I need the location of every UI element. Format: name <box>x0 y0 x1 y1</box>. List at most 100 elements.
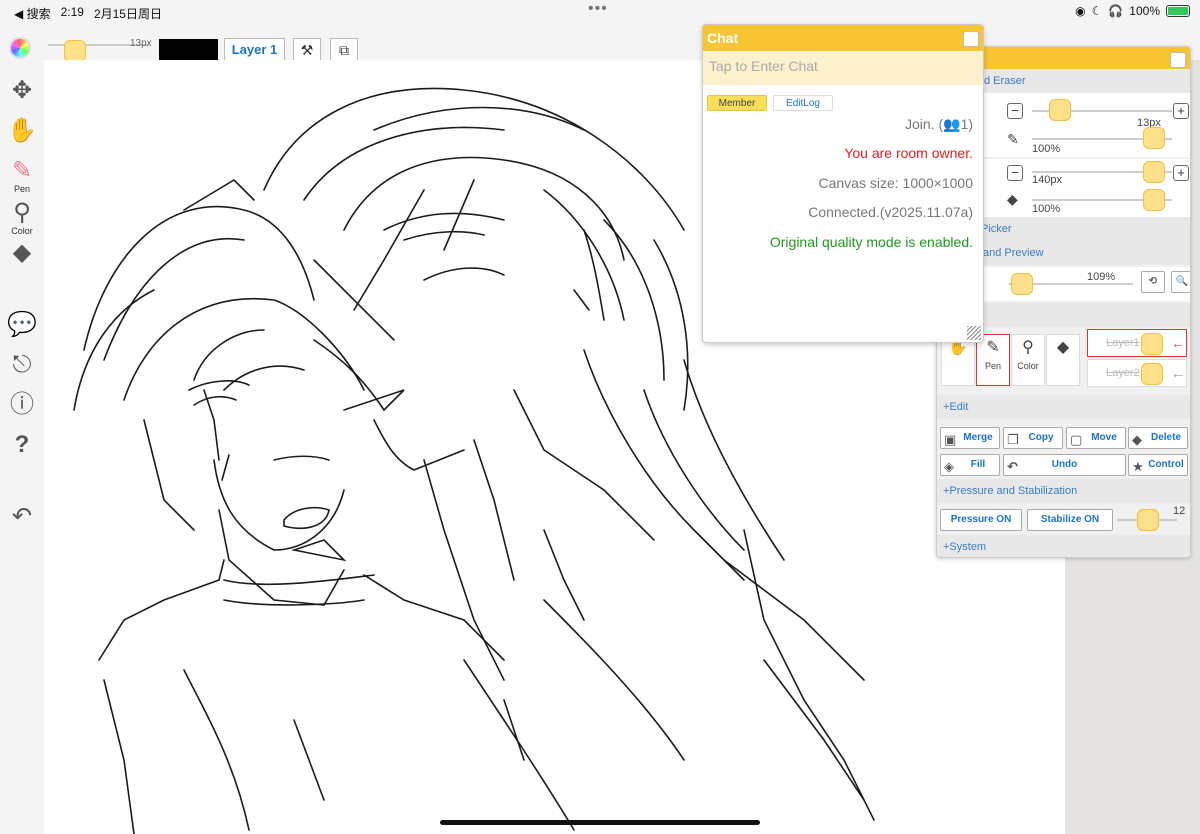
section-pressure[interactable]: +Pressure and Stabilization <box>937 479 1190 503</box>
pen-icon: ✎ <box>11 157 33 184</box>
rotate-reset-icon[interactable]: ⟲ <box>1141 271 1165 293</box>
layer-1-label: Layer1 <box>1106 337 1140 349</box>
pressure-row: Pressure ON Stabilize ON 12 <box>937 503 1190 535</box>
chat-window: Chat Tap to Enter Chat Member EditLog Jo… <box>702 24 984 343</box>
copy-button[interactable]: ❐ Copy <box>1003 427 1063 449</box>
eraser-icon: ◆ <box>12 239 32 266</box>
pen-tool-cell-label: Pen <box>984 361 1001 371</box>
magnifier-icon[interactable]: 🔍 <box>1171 271 1190 293</box>
merge-button[interactable]: ▣ Merge <box>940 427 1000 449</box>
color-tool-cell-label: Color <box>1017 361 1039 371</box>
tab-editlog[interactable]: EditLog <box>773 95 833 111</box>
layer-2-opacity-knob[interactable] <box>1141 363 1163 385</box>
color-tool-cell[interactable]: ⚲ Color <box>1011 334 1045 386</box>
pen-opacity-value: 100% <box>1032 143 1061 155</box>
eraser-icon: ◆ <box>1056 339 1070 356</box>
hand-tool[interactable]: ✋ <box>0 118 44 144</box>
chat-line-owner: You are room owner. <box>844 145 973 161</box>
battery-percent: 100% <box>1129 4 1160 18</box>
fill-button[interactable]: ◈ Fill <box>940 454 1000 476</box>
magic-wand-icon[interactable]: ⚒ <box>293 38 321 62</box>
chat-input[interactable]: Tap to Enter Chat <box>703 51 983 85</box>
eraser-size-minus-button[interactable]: − <box>1007 165 1023 181</box>
info-button[interactable]: ⓘ <box>0 392 44 418</box>
chat-close-button[interactable] <box>963 31 979 47</box>
pen-opacity-knob[interactable] <box>1143 127 1165 149</box>
help-button[interactable]: ? <box>0 432 44 458</box>
delete-eraser-icon: ◆ <box>1132 432 1142 447</box>
pen-size-plus-button[interactable]: + <box>1173 103 1189 119</box>
current-color-swatch[interactable] <box>159 39 218 61</box>
zoom-value: 109% <box>1087 271 1116 283</box>
section-system[interactable]: +System <box>937 535 1190 557</box>
chat-line-join: Join. (👥1) <box>904 116 973 132</box>
eraser-small-icon: ◆ <box>1007 191 1018 207</box>
stabilize-knob[interactable] <box>1137 509 1159 531</box>
chat-toggle[interactable]: 💬 <box>0 312 44 338</box>
move-tool[interactable]: ✥ <box>0 78 44 104</box>
eraser-size-value: 140px <box>1032 174 1062 186</box>
exit-door-icon: ⎋ <box>12 351 32 378</box>
zoom-knob[interactable] <box>1011 273 1033 295</box>
pen-tool-label: Pen <box>13 184 30 194</box>
color-wheel-icon[interactable] <box>9 37 31 59</box>
status-date: 2月15日周日 <box>93 7 162 21</box>
layer-1-opacity-knob[interactable] <box>1141 333 1163 355</box>
exit-room[interactable]: ⎋ <box>0 352 44 378</box>
undo-panel-button[interactable]: ↶ Undo <box>1003 454 1126 476</box>
delete-button[interactable]: ◆ Delete <box>1128 427 1188 449</box>
layer-button[interactable]: Layer 1 <box>224 38 285 62</box>
dropper-icon: ⚲ <box>13 199 31 226</box>
home-indicator[interactable] <box>440 820 760 825</box>
tab-member[interactable]: Member <box>707 95 767 111</box>
chat-line-canvas-size: Canvas size: 1000×1000 <box>818 175 974 191</box>
pen-small-icon: ✎ <box>1007 131 1019 147</box>
eraser-tool-cell[interactable]: ◆ <box>1046 334 1080 386</box>
color-tool-label: Color <box>11 226 33 236</box>
color-tool[interactable]: ⚲ Color <box>0 199 44 237</box>
edit-buttons-row: ▣ Merge ❐ Copy ▢ Move ◆ Delete ◈ Fill ↶ Undo ★… <box>937 421 1190 479</box>
pen-size-knob[interactable] <box>1049 99 1071 121</box>
undo-button[interactable]: ↶ <box>0 504 44 530</box>
dropper-icon: ⚲ <box>1022 339 1034 356</box>
eraser-opacity-value: 100% <box>1032 203 1061 215</box>
chat-title: Chat <box>707 30 739 46</box>
left-toolbar: ✥ ✋ ✎ Pen ⚲ Color ◆ 💬 ⎋ ⓘ ? ↶ <box>0 60 44 834</box>
chat-bubble-icon: 💬 <box>7 311 37 338</box>
chat-resize-handle[interactable] <box>967 326 981 340</box>
eraser-size-plus-button[interactable]: + <box>1173 165 1189 181</box>
status-bar: ◀ 搜索 2:19 2月15日周日 ••• ◉ ☾ 🎧 100% <box>0 0 1200 26</box>
eraser-opacity-knob[interactable] <box>1143 189 1165 211</box>
select-transform-icon[interactable]: ⧉ <box>330 38 358 62</box>
star-icon: ★ <box>1132 459 1144 474</box>
question-icon: ? <box>14 431 30 458</box>
pen-tool[interactable]: ✎ Pen <box>0 157 44 195</box>
section-edit[interactable]: +Edit <box>937 395 1190 419</box>
tool-panel-close-button[interactable] <box>1170 52 1186 68</box>
wifi-icon: ◉ <box>1075 4 1086 18</box>
pressure-on-button[interactable]: Pressure ON <box>940 509 1022 531</box>
multitask-dots-icon[interactable]: ••• <box>588 0 608 18</box>
move-arrows-icon: ✥ <box>11 77 33 104</box>
stabilize-on-button[interactable]: Stabilize ON <box>1027 509 1113 531</box>
chat-header[interactable]: Chat <box>703 25 983 51</box>
info-icon: ⓘ <box>10 391 34 418</box>
back-link[interactable]: ◀ 搜索 <box>14 5 51 22</box>
control-button[interactable]: ★ Control <box>1128 454 1188 476</box>
move-icon: ▢ <box>1070 432 1083 447</box>
hand-icon: ✋ <box>7 117 37 144</box>
layer-arrow-icon: ← <box>1171 365 1185 381</box>
eraser-tool[interactable]: ◆ <box>0 240 44 266</box>
headphones-icon: 🎧 <box>1108 4 1124 18</box>
move-button[interactable]: ▢ Move <box>1066 427 1126 449</box>
stabilize-value: 12 <box>1173 505 1186 517</box>
chat-line-connected: Connected.(v2025.11.07a) <box>808 204 973 220</box>
battery-icon <box>1166 5 1190 17</box>
copy-icon: ❐ <box>1007 432 1019 447</box>
eraser-size-knob[interactable] <box>1143 161 1165 183</box>
active-layer-arrow-icon: ← <box>1171 335 1185 351</box>
brush-size-knob[interactable] <box>64 40 86 62</box>
pen-size-minus-button[interactable]: − <box>1007 103 1023 119</box>
layer-2-label: Layer2 <box>1106 367 1140 379</box>
merge-icon: ▣ <box>944 432 957 447</box>
